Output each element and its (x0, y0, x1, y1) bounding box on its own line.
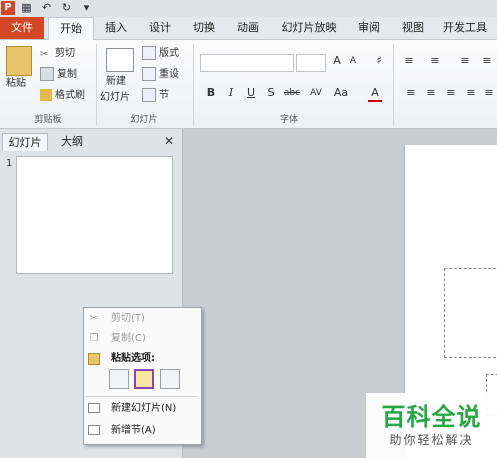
ribbon-tabs: 文件 开始 插入 设计 切换 动画 幻灯片放映 审阅 视图 开发工具 (0, 17, 497, 40)
justify-icon[interactable]: ≡ (464, 86, 478, 100)
watermark-title: 百科全说 (381, 403, 482, 431)
tab-slides[interactable]: 幻灯片 (2, 133, 48, 151)
grow-font-button[interactable]: A (330, 54, 344, 68)
font-color-button[interactable]: A (368, 86, 382, 102)
brush-icon (40, 89, 52, 101)
cut-button[interactable]: ✂ 剪切 (40, 46, 75, 62)
close-icon[interactable]: ✕ (164, 134, 174, 148)
clear-format-icon[interactable]: ♯ (372, 54, 386, 68)
paste-picture-icon[interactable] (160, 369, 180, 389)
bold-button[interactable]: B (204, 86, 218, 100)
slides-group-label: 幻灯片 (130, 115, 158, 125)
numbering-icon[interactable]: ≡ (428, 54, 442, 68)
tab-animations[interactable]: 动画 (228, 17, 268, 39)
slide-thumbnail[interactable] (16, 156, 173, 274)
clipboard-icon (88, 353, 100, 365)
redo-icon[interactable]: ↻ (60, 1, 73, 14)
scissors-icon: ✂ (40, 49, 49, 60)
slide-number: 1 (6, 158, 13, 169)
layout-label: 版式 (159, 48, 179, 59)
distribute-icon[interactable]: ≡ (482, 86, 496, 100)
layout-icon (142, 46, 156, 60)
new-section-icon (88, 425, 100, 435)
italic-button[interactable]: I (224, 86, 238, 100)
reset-button[interactable]: 重设 (142, 67, 179, 83)
paste-button[interactable]: 粘贴 (6, 76, 26, 92)
decrease-indent-icon[interactable]: ≡ (458, 54, 472, 68)
powerpoint-logo: P (1, 1, 15, 15)
tab-slideshow[interactable]: 幻灯片放映 (274, 17, 344, 39)
menu-item-cut[interactable]: ✂ 剪切(T) (83, 309, 200, 329)
title-placeholder[interactable] (444, 268, 497, 358)
tab-outline[interactable]: 大纲 (52, 133, 92, 150)
reset-icon (142, 67, 156, 81)
format-painter-button[interactable]: 格式刷 (40, 88, 85, 104)
save-icon[interactable]: ▦ (20, 1, 33, 14)
tab-developer[interactable]: 开发工具 (436, 17, 494, 39)
menu-divider (85, 396, 198, 397)
new-slide-label-1[interactable]: 新建 (106, 74, 126, 90)
align-center-icon[interactable]: ≡ (424, 86, 438, 100)
reset-label: 重设 (159, 69, 179, 80)
tab-file[interactable]: 文件 (0, 17, 44, 39)
strikethrough-button[interactable]: abc (282, 86, 302, 100)
undo-icon[interactable]: ↶ (40, 1, 53, 14)
tab-transitions[interactable]: 切换 (184, 17, 224, 39)
align-left-icon[interactable]: ≡ (404, 86, 418, 100)
layout-button[interactable]: 版式 (142, 46, 179, 62)
scissors-icon: ✂ (89, 313, 99, 324)
paste-options-label: 粘贴选项: (111, 353, 155, 364)
increase-indent-icon[interactable]: ≡ (480, 54, 494, 68)
copy-button[interactable]: 复制 (40, 67, 77, 83)
cut-label: 剪切(T) (111, 313, 145, 324)
underline-button[interactable]: U (244, 86, 258, 100)
change-case-button[interactable]: Aa (332, 86, 350, 100)
bullets-icon[interactable]: ≡ (402, 54, 416, 68)
new-section-label: 新增节(A) (111, 425, 156, 436)
new-slide-label: 新建幻灯片(N) (111, 403, 177, 414)
copy-icon: ❐ (89, 333, 99, 344)
font-group-label: 字体 (279, 115, 298, 125)
section-button[interactable]: 节 (142, 88, 169, 104)
char-spacing-button[interactable]: AV (306, 86, 326, 100)
tab-view[interactable]: 视图 (394, 17, 432, 39)
font-name-combo[interactable] (200, 54, 294, 72)
copy-icon (40, 67, 54, 81)
paste-use-destination-icon[interactable] (134, 369, 154, 389)
font-size-combo[interactable] (296, 54, 326, 72)
align-right-icon[interactable]: ≡ (444, 86, 458, 100)
paste-keep-source-icon[interactable] (109, 369, 129, 389)
customize-icon[interactable]: ▾ (80, 1, 93, 14)
menu-item-new-slide[interactable]: 新建幻灯片(N) (83, 399, 200, 419)
format-painter-label: 格式刷 (55, 90, 85, 101)
tab-review[interactable]: 审阅 (350, 17, 388, 39)
clipboard-group-label: 剪贴板 (34, 115, 62, 125)
new-slide-icon (88, 403, 100, 413)
divider (393, 44, 394, 126)
menu-item-new-section[interactable]: 新增节(A) (83, 421, 200, 441)
cut-label: 剪切 (55, 48, 75, 59)
watermark-subtitle: 助你轻松解决 (389, 433, 474, 447)
section-label: 节 (159, 90, 169, 101)
ribbon: 粘贴 ✂ 剪切 复制 格式刷 剪贴板 新建 幻灯片 版式 重设 节 幻灯片 A A… (0, 40, 497, 129)
shrink-font-button[interactable]: A (346, 54, 360, 68)
menu-item-copy[interactable]: ❐ 复制(C) (83, 329, 200, 349)
copy-label: 复制 (57, 69, 77, 80)
menu-item-paste-options: 粘贴选项: (83, 349, 200, 369)
shadow-button[interactable]: S (264, 86, 278, 100)
copy-label: 复制(C) (111, 333, 146, 344)
section-icon (142, 88, 156, 102)
tab-design[interactable]: 设计 (140, 17, 180, 39)
new-slide-label-2[interactable]: 幻灯片 (100, 90, 130, 106)
new-slide-icon[interactable] (106, 48, 134, 72)
tab-home[interactable]: 开始 (48, 17, 94, 40)
paste-icon[interactable] (6, 46, 32, 76)
tab-insert[interactable]: 插入 (96, 17, 136, 39)
quick-access-toolbar: P ▦ ↶ ↻ ▾ (0, 0, 497, 17)
